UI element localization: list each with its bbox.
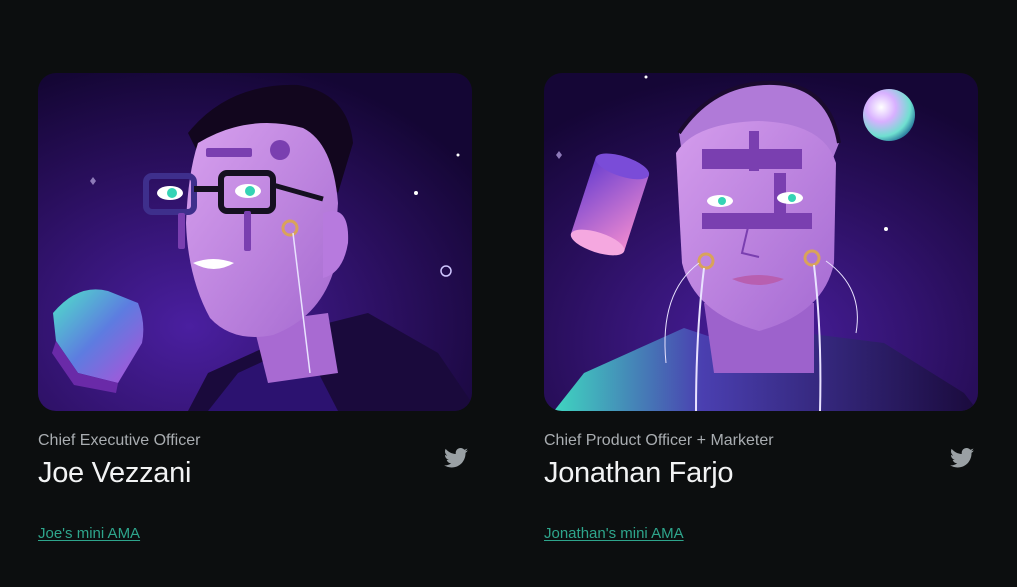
team-card-jonathan: Chief Product Officer + Marketer Jonatha… bbox=[544, 73, 978, 543]
portrait-jonathan-farjo bbox=[544, 73, 978, 411]
member-name: Joe Vezzani bbox=[38, 457, 192, 489]
role-title: Chief Product Officer + Marketer bbox=[544, 432, 774, 449]
member-name: Jonathan Farjo bbox=[544, 457, 734, 489]
twitter-icon[interactable] bbox=[950, 448, 976, 470]
portrait-joe-vezzani bbox=[38, 73, 472, 411]
mini-ama-link[interactable]: Joe's mini AMA bbox=[38, 525, 140, 542]
twitter-icon[interactable] bbox=[444, 448, 470, 470]
team-section: Chief Executive Officer Joe Vezzani Joe'… bbox=[0, 0, 1017, 587]
role-title: Chief Executive Officer bbox=[38, 432, 201, 449]
mini-ama-link[interactable]: Jonathan's mini AMA bbox=[544, 525, 684, 542]
team-card-joe: Chief Executive Officer Joe Vezzani Joe'… bbox=[38, 73, 472, 543]
